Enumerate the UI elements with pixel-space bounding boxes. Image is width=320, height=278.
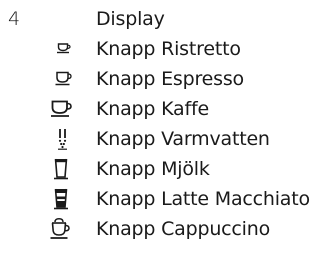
item-number: 4 <box>8 8 21 30</box>
legend-item-espresso: Knapp Espresso <box>0 64 312 94</box>
coffee-cup-icon <box>48 98 76 120</box>
display-label: Display <box>96 8 165 30</box>
latte-macchiato-glass-icon <box>49 188 77 210</box>
milk-glass-icon <box>49 158 77 180</box>
legend-item-mjolk: Knapp Mjölk <box>0 154 312 184</box>
espresso-label: Knapp Espresso <box>96 68 244 90</box>
cappuccino-label: Knapp Cappuccino <box>96 218 271 240</box>
legend-item-cappuccino: Knapp Cappuccino <box>0 214 312 244</box>
ristretto-label: Knapp Ristretto <box>96 38 241 60</box>
legend-item-ristretto: Knapp Ristretto <box>0 34 312 64</box>
espresso-cup-icon <box>50 68 78 90</box>
ristretto-cup-icon <box>50 38 78 60</box>
kaffe-label: Knapp Kaffe <box>96 98 209 120</box>
legend-header-row: 4 Display <box>0 4 312 34</box>
legend-item-kaffe: Knapp Kaffe <box>0 94 312 124</box>
mjolk-label: Knapp Mjölk <box>96 158 210 180</box>
cappuccino-cup-icon <box>47 218 75 240</box>
varmvatten-label: Knapp Varmvatten <box>96 128 270 150</box>
latte-macchiato-label: Knapp Latte Macchiato <box>96 188 310 210</box>
hot-water-icon <box>50 128 78 150</box>
legend-item-varmvatten: Knapp Varmvatten <box>0 124 312 154</box>
legend-item-latte-macchiato: Knapp Latte Macchiato <box>0 184 312 214</box>
